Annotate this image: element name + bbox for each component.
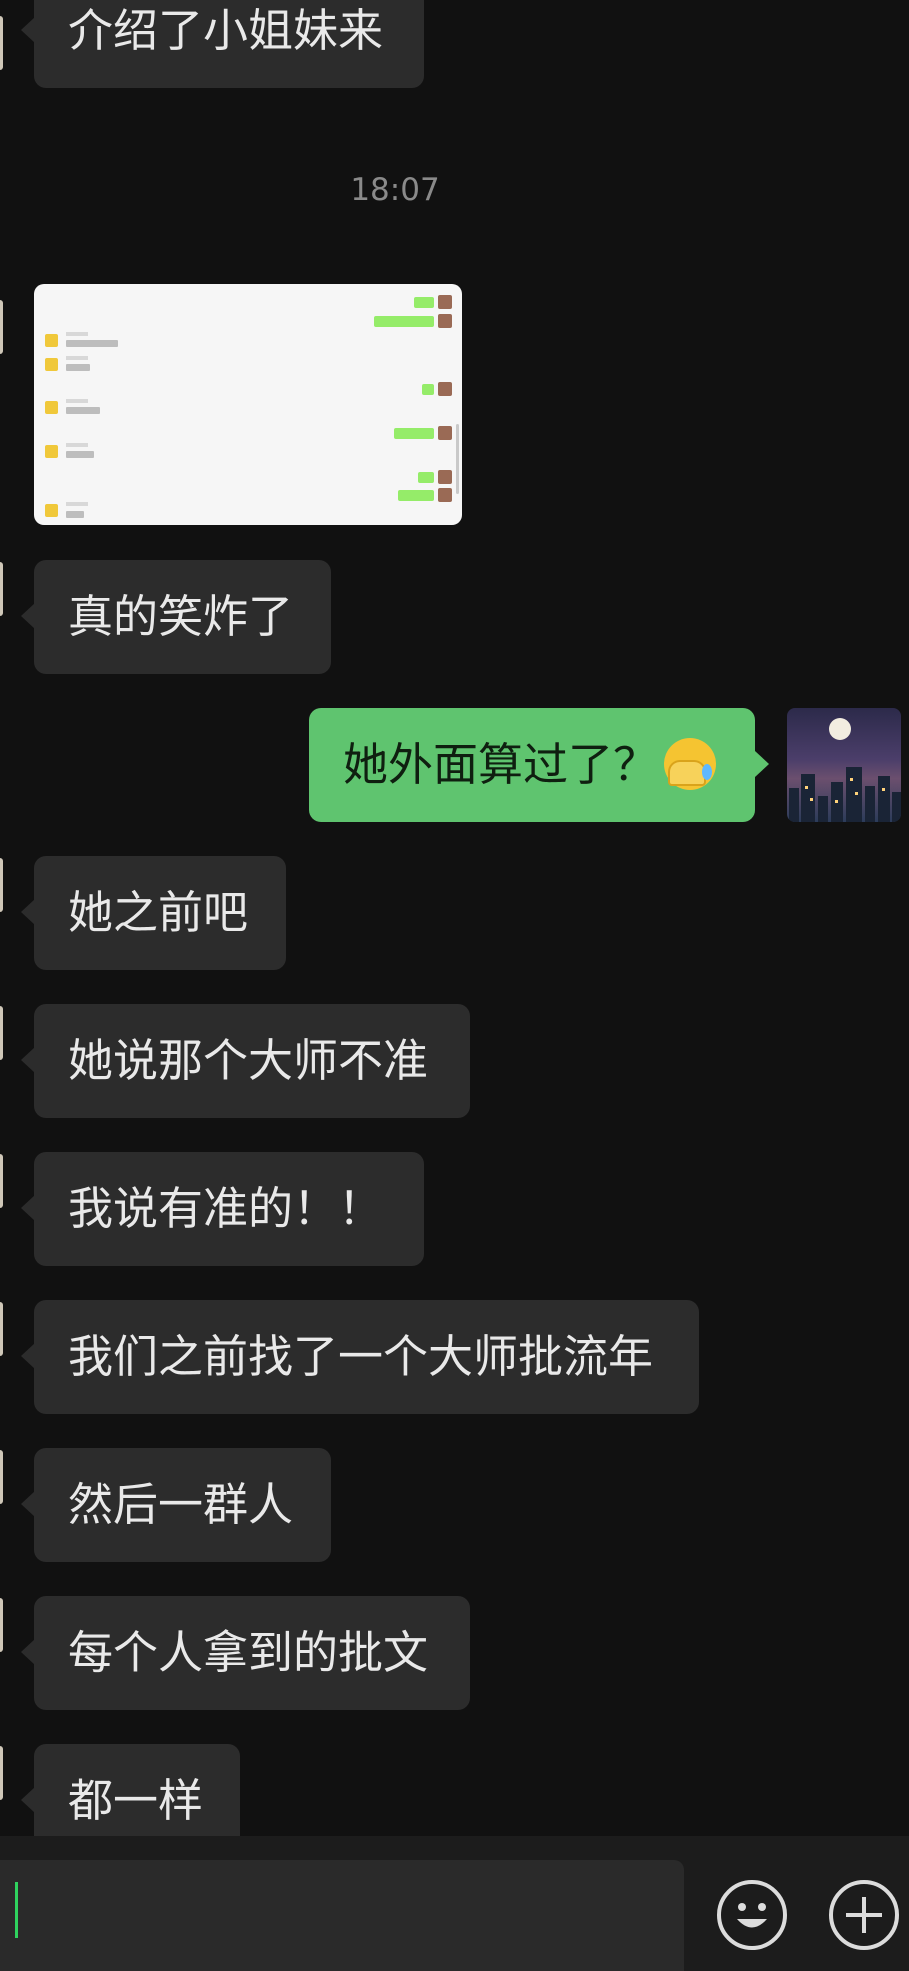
- message-text: 然后一群人: [68, 1478, 294, 1531]
- mini-bubble: [394, 428, 434, 439]
- mini-avatar: [45, 401, 58, 414]
- mini-avatar: [45, 445, 58, 458]
- mini-name: [66, 399, 88, 403]
- sender-avatar[interactable]: [0, 1746, 3, 1800]
- mini-avatar: [438, 314, 452, 328]
- mini-avatar: [45, 358, 58, 371]
- sender-avatar[interactable]: [0, 1598, 3, 1652]
- mini-avatar: [438, 426, 452, 440]
- message-text: 都一样: [68, 1774, 204, 1827]
- mini-avatar: [45, 334, 58, 347]
- mini-text: [66, 364, 90, 371]
- mini-bubble: [418, 472, 434, 483]
- message-text: 我们之前找了一个大师批流年: [68, 1330, 654, 1383]
- text-cursor: [15, 1882, 18, 1938]
- moon-icon: [829, 718, 851, 740]
- message-bubble[interactable]: 真的笑炸了: [21, 560, 331, 674]
- mini-avatar: [45, 504, 58, 517]
- mini-text: [66, 340, 118, 347]
- mini-avatar: [438, 295, 452, 309]
- mini-name: [66, 356, 88, 360]
- sender-avatar[interactable]: [0, 300, 3, 354]
- message-bubble[interactable]: 介绍了小姐妹来: [21, 0, 424, 88]
- my-avatar[interactable]: [787, 708, 901, 822]
- chat-screenshot-image[interactable]: [34, 284, 462, 525]
- mini-name: [66, 502, 88, 506]
- sender-avatar[interactable]: [0, 562, 3, 616]
- mini-text: [66, 407, 100, 414]
- plus-icon: [846, 1897, 882, 1933]
- outgoing-message-bubble[interactable]: 她外面算过了？: [309, 708, 769, 822]
- mini-bubble: [414, 297, 434, 308]
- sender-avatar[interactable]: [0, 1006, 3, 1060]
- message-input[interactable]: [0, 1860, 684, 1971]
- sender-avatar[interactable]: [0, 1302, 3, 1356]
- mini-avatar: [438, 470, 452, 484]
- mini-bubble: [398, 490, 434, 501]
- facepalm-tears-emoji-icon: [664, 738, 717, 790]
- mini-avatar: [438, 488, 452, 502]
- message-text: 我说有准的！！: [68, 1182, 384, 1235]
- message-text: 她说那个大师不准: [68, 1034, 429, 1087]
- message-bubble[interactable]: 我们之前找了一个大师批流年: [21, 1300, 699, 1414]
- mini-name: [66, 332, 88, 336]
- mini-bubble: [374, 316, 434, 327]
- timestamp: 18:07: [350, 172, 440, 208]
- mini-avatar: [438, 382, 452, 396]
- mini-name: [66, 443, 88, 447]
- message-text: 每个人拿到的批文: [68, 1626, 429, 1679]
- message-text: 她之前吧: [68, 886, 249, 939]
- message-bubble[interactable]: 然后一群人: [21, 1448, 331, 1562]
- sender-avatar[interactable]: [0, 16, 3, 70]
- message-bubble[interactable]: 她之前吧: [21, 856, 286, 970]
- mini-text: [66, 511, 84, 518]
- emoji-button[interactable]: [717, 1880, 787, 1950]
- sender-avatar[interactable]: [0, 858, 3, 912]
- mini-scrollbar: [456, 424, 459, 494]
- message-bubble[interactable]: 每个人拿到的批文: [21, 1596, 470, 1710]
- mini-text: [66, 451, 94, 458]
- more-button[interactable]: [829, 1880, 899, 1950]
- message-bubble[interactable]: 我说有准的！！: [21, 1152, 424, 1266]
- sender-avatar[interactable]: [0, 1450, 3, 1504]
- smiley-icon: [737, 1903, 767, 1928]
- mini-bubble: [422, 384, 434, 395]
- message-text: 她外面算过了？: [343, 738, 659, 791]
- message-text: 真的笑炸了: [68, 590, 294, 643]
- message-bubble[interactable]: 她说那个大师不准: [21, 1004, 470, 1118]
- sender-avatar[interactable]: [0, 1154, 3, 1208]
- message-text: 介绍了小姐妹来: [68, 4, 384, 57]
